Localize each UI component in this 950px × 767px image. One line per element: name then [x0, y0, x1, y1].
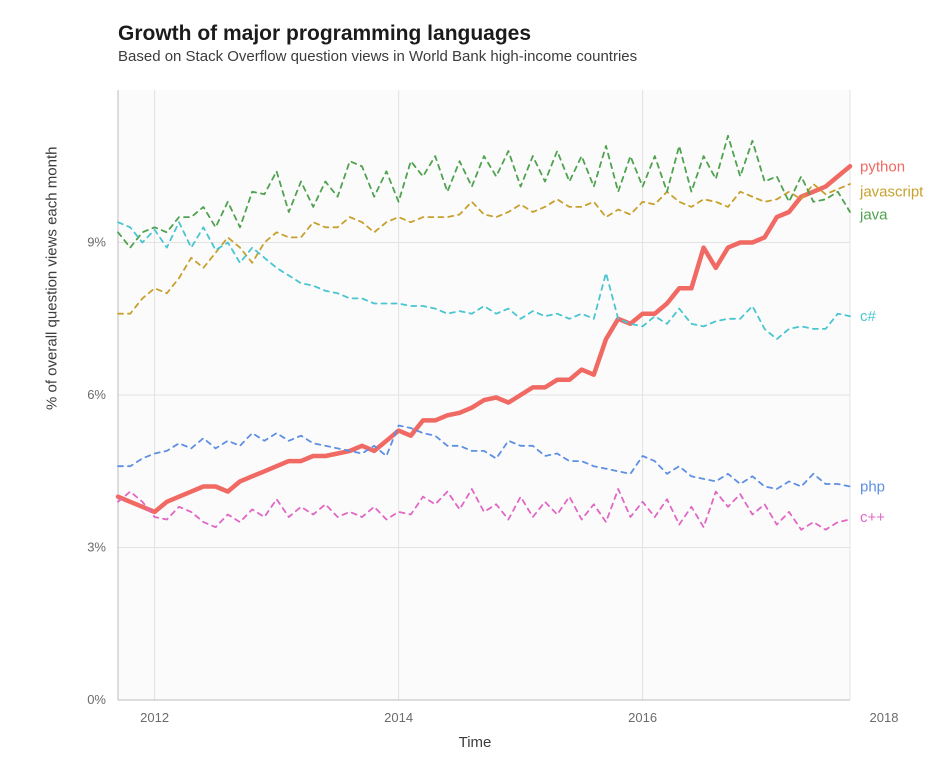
x-tick-label: 2012	[140, 710, 169, 725]
y-tick-label: 3%	[87, 540, 106, 555]
series-label-c++: c++	[860, 509, 885, 526]
series-label-php: php	[860, 479, 885, 496]
chart-container: Growth of major programming languages Ba…	[0, 0, 950, 767]
chart-svg: 0% 3% 6% 9% 2012 2014 2016 2018 python javascript…	[0, 0, 950, 767]
y-tick-label: 0%	[87, 692, 106, 707]
x-tick-label: 2014	[384, 710, 413, 725]
x-tick-label: 2016	[628, 710, 657, 725]
y-tick-label: 9%	[87, 235, 106, 250]
y-tick-label: 6%	[87, 387, 106, 402]
series-label-c#: c#	[860, 308, 877, 325]
series-label-java: java	[859, 207, 888, 224]
x-tick-label: 2018	[870, 710, 899, 725]
series-label-javascript: javascript	[859, 184, 924, 201]
series-label-python: python	[860, 158, 905, 175]
